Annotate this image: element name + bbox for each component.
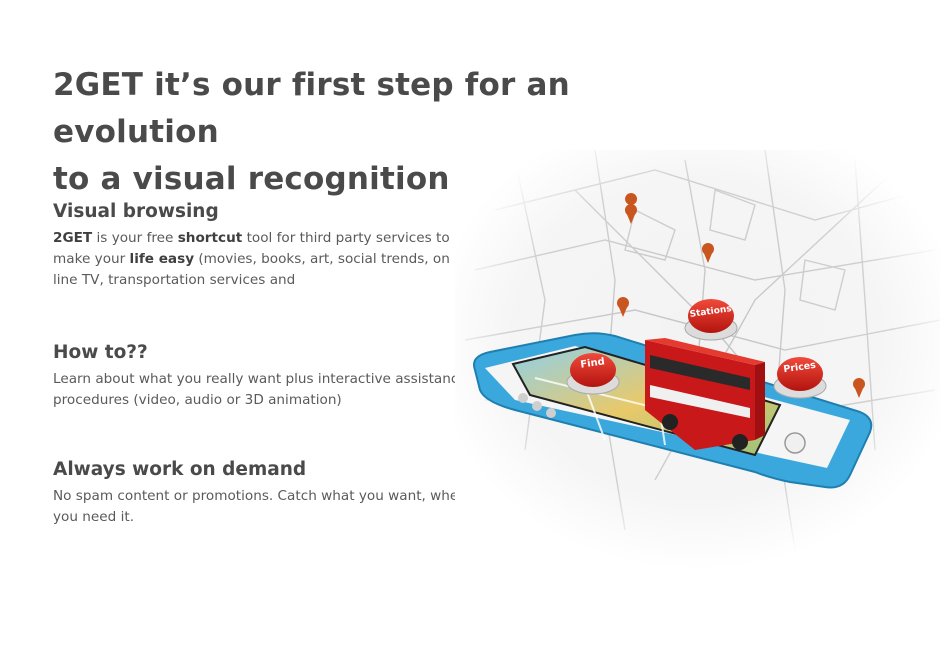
section-title: Visual browsing <box>53 201 219 222</box>
section-how-to: How to?? Learn about what you really wan… <box>53 341 473 411</box>
brand-name: 2GET <box>53 230 93 246</box>
section-always-on-demand: Always work on demand No spam content or… <box>53 458 473 528</box>
section-body: Learn about what you really want plus in… <box>53 371 467 408</box>
section-title: Always work on demand <box>53 459 307 480</box>
emphasis-life-easy: life easy <box>129 251 195 267</box>
section-body: 2GET is your free shortcut tool for thir… <box>53 228 473 291</box>
section-body: No spam content or promotions. Catch wha… <box>53 488 467 525</box>
headline-line-1: 2GET it’s our first step for an evolutio… <box>53 67 570 150</box>
section-title: How to?? <box>53 342 148 363</box>
body-text: is your free <box>92 230 178 246</box>
section-visual-browsing: Visual browsing 2GET is your free shortc… <box>53 200 473 291</box>
emphasis-shortcut: shortcut <box>177 230 243 246</box>
phone-map-illustration: Find Stations Prices <box>455 150 940 570</box>
